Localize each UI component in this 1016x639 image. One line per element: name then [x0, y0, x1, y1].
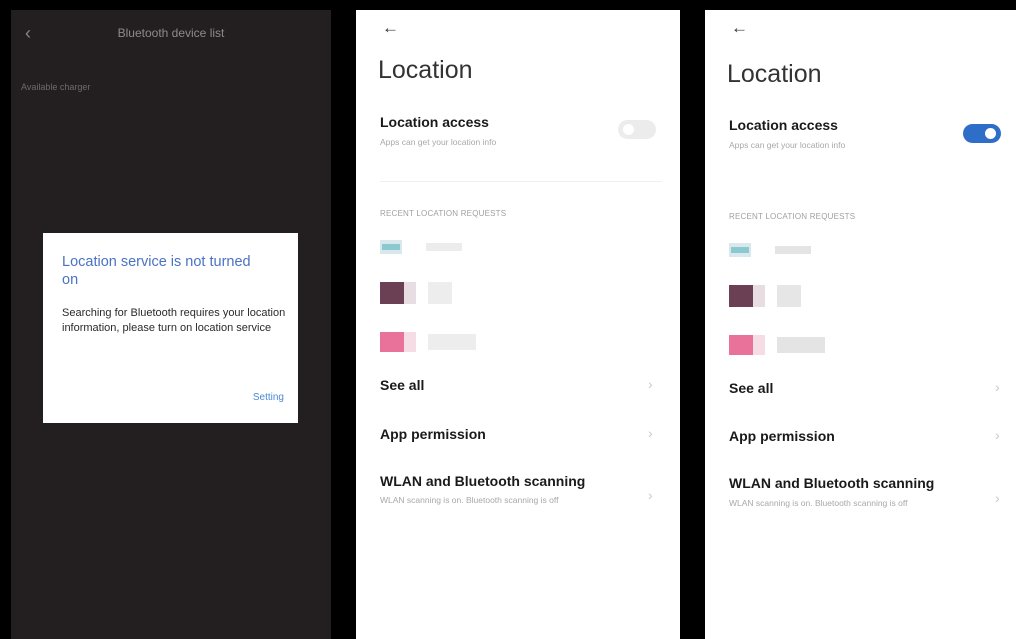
location-access-subtitle: Apps can get your location info: [729, 140, 846, 150]
location-access-title: Location access: [380, 114, 489, 130]
back-arrow-icon[interactable]: ←: [731, 19, 748, 37]
location-service-dialog: Location service is not turned on Search…: [43, 233, 298, 423]
app-name-blurred: [777, 285, 801, 307]
app-icon-blurred-detail: [753, 285, 765, 307]
divider: [380, 181, 662, 182]
scanning-subtitle: WLAN scanning is on. Bluetooth scanning …: [380, 495, 559, 505]
app-icon-blurred-detail: [382, 244, 400, 250]
app-name-blurred: [777, 337, 825, 353]
chevron-right-icon: ›: [995, 379, 1000, 395]
section-header: RECENT LOCATION REQUESTS: [729, 212, 856, 221]
location-access-toggle[interactable]: [618, 120, 656, 139]
app-name-blurred: [428, 282, 452, 304]
toggle-knob: [623, 124, 634, 135]
screenshot-composite: ‹ Bluetooth device list Available charge…: [0, 0, 1016, 639]
section-header: RECENT LOCATION REQUESTS: [380, 209, 507, 218]
page-title: Location: [378, 56, 473, 84]
chevron-right-icon: ›: [995, 490, 1000, 506]
scanning-title: WLAN and Bluetooth scanning: [380, 473, 586, 489]
toggle-knob: [985, 128, 996, 139]
back-arrow-icon[interactable]: ←: [382, 19, 399, 37]
location-settings-off-screen: ← Location Location access Apps can get …: [356, 10, 680, 639]
location-access-subtitle: Apps can get your location info: [380, 137, 497, 147]
location-settings-on-screen: ← Location Location access Apps can get …: [705, 10, 1016, 639]
see-all-label: See all: [380, 377, 425, 393]
location-access-title: Location access: [729, 117, 838, 133]
chevron-right-icon: ›: [995, 427, 1000, 443]
chevron-right-icon: ›: [648, 376, 653, 392]
scanning-title: WLAN and Bluetooth scanning: [729, 475, 935, 491]
app-icon-blurred: [380, 282, 404, 304]
dialog-title: Location service is not turned on: [62, 254, 251, 288]
dialog-message: Searching for Bluetooth requires your lo…: [62, 307, 286, 334]
chevron-right-icon: ›: [648, 425, 653, 441]
scanning-subtitle: WLAN scanning is on. Bluetooth scanning …: [729, 498, 908, 508]
app-icon-blurred-detail: [731, 247, 749, 253]
available-devices-label: Available charger: [21, 82, 91, 92]
bluetooth-device-list-screen: ‹ Bluetooth device list Available charge…: [11, 10, 331, 639]
app-icon-blurred-detail: [404, 332, 416, 352]
app-name-blurred: [775, 246, 811, 254]
see-all-label: See all: [729, 380, 774, 396]
app-permission-label: App permission: [380, 426, 486, 442]
app-permission-label: App permission: [729, 428, 835, 444]
app-icon-blurred-detail: [404, 282, 416, 304]
chevron-right-icon: ›: [648, 487, 653, 503]
page-title: Location: [727, 60, 822, 88]
location-access-toggle[interactable]: [963, 124, 1001, 143]
app-name-blurred: [428, 334, 476, 350]
app-icon-blurred-detail: [753, 335, 765, 355]
app-icon-blurred: [729, 335, 753, 355]
setting-button[interactable]: Setting: [253, 392, 284, 403]
page-title: Bluetooth device list: [117, 26, 225, 40]
app-name-blurred: [426, 243, 462, 251]
app-icon-blurred: [380, 332, 404, 352]
app-icon-blurred: [729, 285, 753, 307]
